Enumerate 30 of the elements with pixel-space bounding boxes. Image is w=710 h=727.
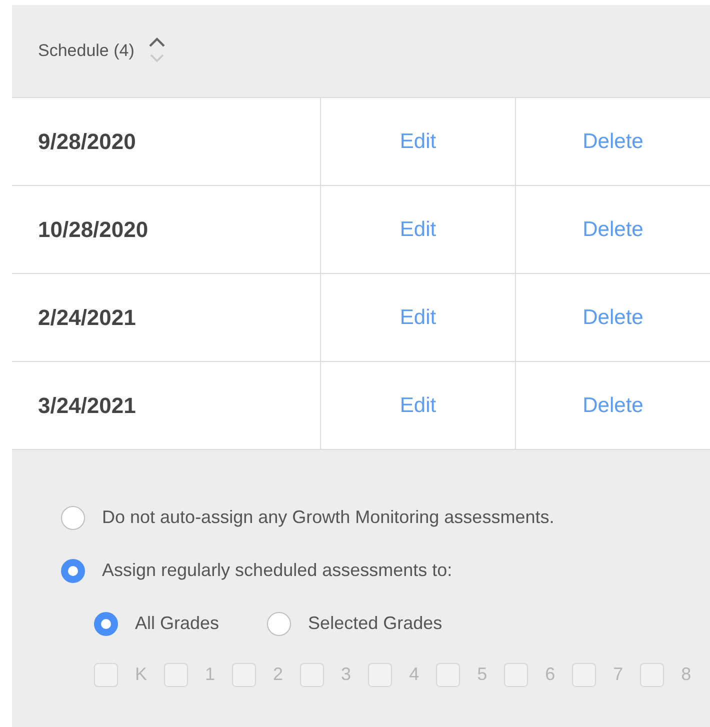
option-label: Selected Grades — [308, 612, 442, 635]
grade-label: 7 — [613, 663, 624, 686]
edit-link[interactable]: Edit — [400, 302, 436, 334]
edit-link[interactable]: Edit — [400, 126, 436, 158]
date-cell-text: 2/24/2021 — [38, 304, 136, 332]
grade-label: 1 — [205, 663, 216, 686]
date-cell-text: 10/28/2020 — [38, 216, 148, 244]
radio-button[interactable] — [267, 612, 292, 636]
radio-button[interactable] — [94, 612, 118, 636]
grade-label: 5 — [477, 663, 488, 686]
date-cell-text: 9/28/2020 — [38, 128, 136, 156]
grade-label: 4 — [409, 663, 420, 686]
option-label: All Grades — [135, 612, 220, 635]
grade-label: 3 — [341, 663, 352, 686]
date-cell-text: 3/24/2021 — [38, 392, 136, 420]
grade-label: 6 — [545, 663, 556, 686]
delete-link[interactable]: Delete — [582, 390, 644, 422]
option-label: Assign regularly scheduled assessments to: — [102, 559, 452, 582]
delete-link[interactable]: Delete — [582, 214, 644, 246]
radio-button[interactable] — [61, 558, 85, 582]
edit-link[interactable]: Edit — [400, 390, 436, 422]
column-header: Schedule (4) — [38, 40, 134, 62]
grade-label: 8 — [681, 663, 692, 686]
edit-link[interactable]: Edit — [400, 214, 436, 246]
grade-label: 2 — [273, 663, 284, 686]
grade-label: K — [135, 663, 148, 686]
radio-button[interactable] — [61, 506, 85, 530]
delete-link[interactable]: Delete — [582, 302, 644, 334]
delete-link[interactable]: Delete — [582, 126, 644, 158]
option-label: Do not auto-assign any Growth Monitoring assessments. — [102, 506, 554, 529]
